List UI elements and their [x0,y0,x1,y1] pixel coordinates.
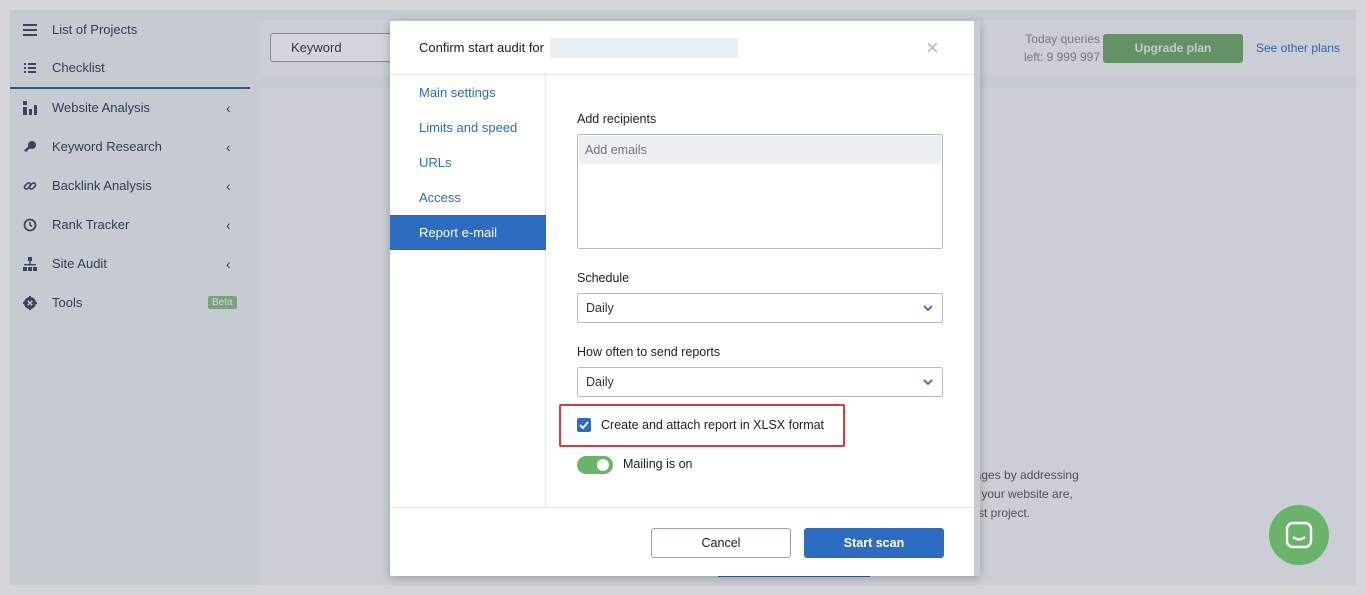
gear-icon [22,295,38,311]
chat-button[interactable] [1269,505,1329,565]
dialog-scrollbar[interactable] [974,21,980,576]
dialog-title: Confirm start audit for [419,40,544,55]
chevron-left-icon: ‹ [226,177,231,194]
chevron-left-icon: ‹ [226,138,231,155]
chat-icon [1285,521,1313,549]
keyword-button[interactable]: Keyword [270,33,400,62]
sidebar-item-keyword-research[interactable]: Keyword Research ‹ [10,127,250,166]
sidebar-item-website-analysis[interactable]: Website Analysis ‹ [10,88,250,127]
redacted-domain [550,38,738,58]
sidebar-item-label: Website Analysis [52,100,151,115]
recipients-box[interactable] [577,134,943,249]
sitemap-icon [22,256,38,272]
sidebar: List of Projects Checklist Website Analy… [10,10,250,585]
sidebar-item-label: Rank Tracker [52,217,130,232]
mailing-toggle[interactable] [577,456,613,474]
chevron-left-icon: ‹ [226,216,231,233]
link-icon [22,178,38,194]
sidebar-item-list-of-projects[interactable]: List of Projects [10,10,250,49]
tab-limits-and-speed[interactable]: Limits and speed [390,110,546,145]
frequency-select[interactable]: Daily [577,367,943,397]
tab-urls[interactable]: URLs [390,145,546,180]
schedule-value: Daily [586,301,614,315]
sidebar-item-label: Keyword Research [52,139,162,154]
mailing-toggle-label: Mailing is on [623,457,693,471]
cancel-button[interactable]: Cancel [651,528,791,558]
menu-icon [22,22,38,38]
see-other-plans-link[interactable]: See other plans [1256,41,1340,55]
check-icon [579,421,589,430]
sidebar-item-site-audit[interactable]: Site Audit ‹ [10,244,250,283]
queries-label: Today queries [1025,32,1100,46]
schedule-select[interactable]: Daily [577,293,943,323]
xlsx-checkbox[interactable] [577,418,591,432]
toggle-knob [597,459,609,471]
sidebar-item-label: List of Projects [52,22,138,37]
sidebar-item-backlink-analysis[interactable]: Backlink Analysis ‹ [10,166,250,205]
sidebar-item-label: Checklist [52,60,105,75]
sidebar-item-label: Backlink Analysis [52,178,152,193]
list-icon [22,60,38,76]
chevron-down-icon [923,368,933,406]
background-description: pages by addressing of your website are,… [968,468,1079,520]
bar-chart-icon [22,100,38,116]
chevron-left-icon: ‹ [226,99,231,116]
frequency-label: How often to send reports [577,345,721,359]
email-input[interactable] [579,136,941,164]
footer-divider [390,507,974,508]
sidebar-item-checklist[interactable]: Checklist [10,48,250,87]
upgrade-plan-button[interactable]: Upgrade plan [1103,34,1243,63]
settings-tabs: Main settings Limits and speed URLs Acce… [390,75,546,507]
chevron-down-icon [923,294,933,332]
queries-value: left: 9 999 997 [1023,50,1100,64]
chevron-left-icon: ‹ [226,255,231,272]
history-icon [22,217,38,233]
schedule-label: Schedule [577,271,630,285]
tab-access[interactable]: Access [390,180,546,215]
frequency-value: Daily [586,375,614,389]
confirm-audit-dialog: Confirm start audit for × Main settings … [390,21,980,576]
queries-counter: Today queries left: 9 999 997 [1000,30,1100,66]
sidebar-item-rank-tracker[interactable]: Rank Tracker ‹ [10,205,250,244]
tab-report-email[interactable]: Report e-mail [390,215,546,250]
sidebar-item-label: Tools [52,295,83,310]
close-icon[interactable]: × [926,35,939,61]
recipients-label: Add recipients [577,112,657,126]
sidebar-item-label: Site Audit [52,256,107,271]
start-scan-button[interactable]: Start scan [804,528,944,558]
xlsx-checkbox-label[interactable]: Create and attach report in XLSX format [601,418,824,432]
sidebar-item-tools[interactable]: Tools Beta [10,283,250,322]
key-icon [22,139,38,155]
beta-badge: Beta [208,296,237,309]
tab-main-settings[interactable]: Main settings [390,75,546,110]
